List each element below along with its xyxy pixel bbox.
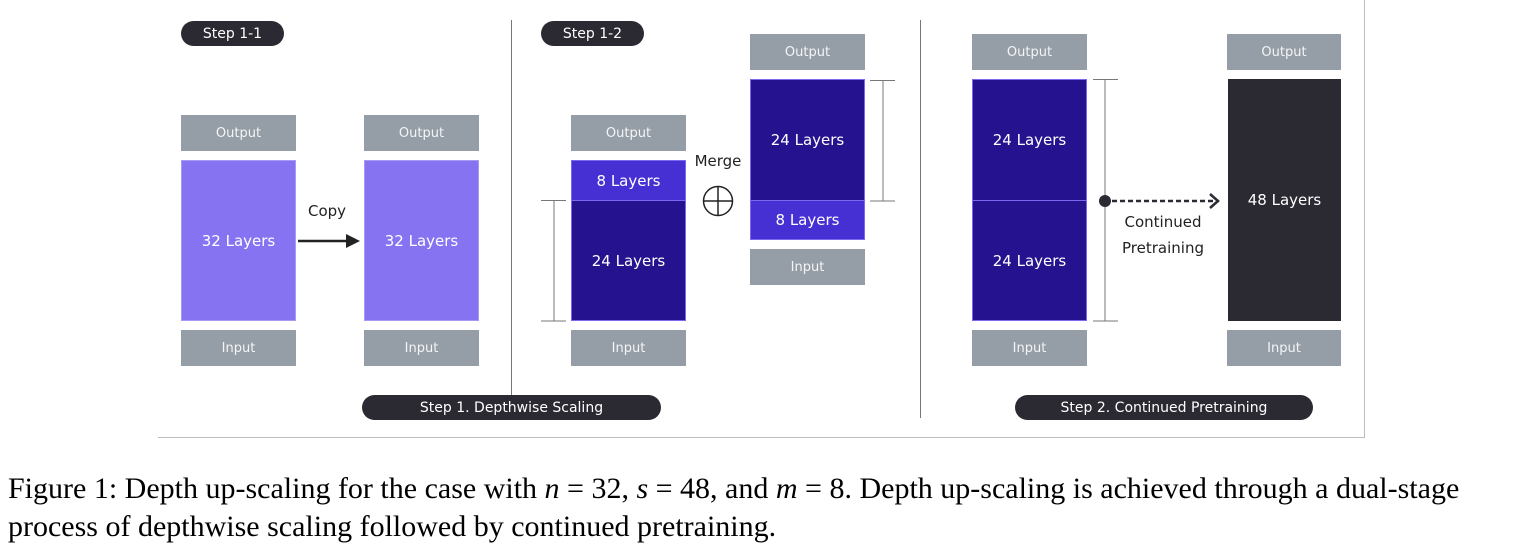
step-1-2-pill: Step 1-2 (541, 21, 644, 46)
output-block: Output (750, 34, 865, 70)
output-block: Output (571, 115, 686, 151)
layers-block-32-copy: 32 Layers (364, 160, 479, 321)
input-block: Input (750, 249, 865, 285)
continued-label-line1: Continued (1124, 213, 1202, 231)
caption-text-3: = 48, and (648, 472, 776, 505)
caption-var-s: s (636, 472, 649, 505)
dashed-arrow-icon (1099, 193, 1220, 209)
layers-block-24-top: 24 Layers (750, 79, 865, 201)
input-block: Input (1227, 330, 1341, 366)
output-block: Output (972, 34, 1087, 70)
layers-block-24-upper: 24 Layers (972, 79, 1087, 201)
layers-block-24-bottom: 24 Layers (571, 200, 686, 321)
input-block: Input (181, 330, 296, 366)
output-block: Output (181, 115, 296, 151)
continued-label-line2: Pretraining (1122, 239, 1204, 257)
layers-block-8-bottom: 8 Layers (750, 200, 865, 240)
caption-text-2: = 32, (559, 472, 637, 505)
step-1-pill: Step 1. Depthwise Scaling (362, 395, 661, 420)
copy-arrow-icon (298, 234, 360, 248)
copy-label: Copy (307, 202, 347, 220)
step-1-1-pill: Step 1-1 (181, 21, 284, 46)
continued-pretraining-label: Continued Pretraining (1110, 209, 1216, 261)
layers-block-48: 48 Layers (1228, 79, 1341, 321)
divider-step-1-2 (920, 20, 921, 418)
caption-text-1: Figure 1: Depth up-scaling for the case … (8, 472, 545, 505)
layers-block-24-lower: 24 Layers (972, 200, 1087, 321)
input-block: Input (972, 330, 1087, 366)
caption-var-n: n (544, 472, 560, 505)
bracket-icon (541, 200, 566, 322)
output-block: Output (1227, 34, 1341, 70)
input-block: Input (571, 330, 686, 366)
input-block: Input (364, 330, 479, 366)
layers-block-32: 32 Layers (181, 160, 296, 321)
layers-block-8-top: 8 Layers (571, 160, 686, 201)
output-block: Output (364, 115, 479, 151)
bracket-icon (870, 80, 895, 202)
merge-label: Merge (694, 152, 742, 170)
caption-var-m: m (775, 472, 798, 505)
divider-step-1-1-1-2 (511, 20, 512, 395)
step-2-pill: Step 2. Continued Pretraining (1015, 395, 1313, 420)
figure-caption: Figure 1: Depth up-scaling for the case … (8, 470, 1523, 546)
merge-plus-circle-icon (702, 185, 734, 217)
